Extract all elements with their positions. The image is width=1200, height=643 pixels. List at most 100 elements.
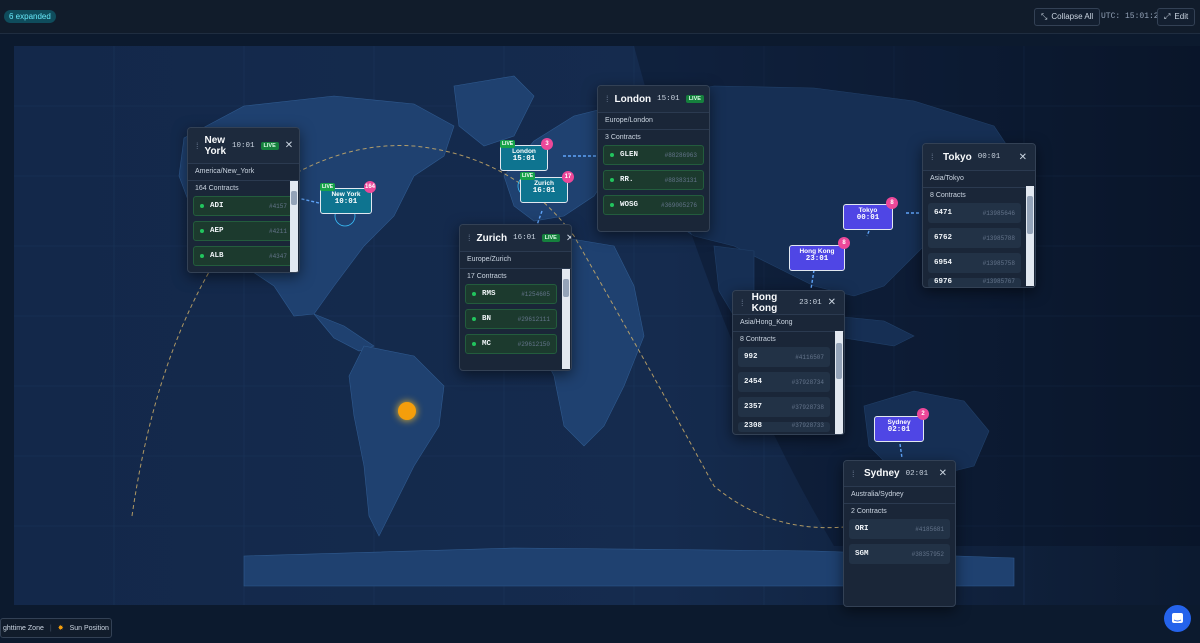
contract-row[interactable]: AEP #4211 <box>193 221 294 241</box>
drag-handle-icon[interactable]: ⁞ <box>741 298 746 308</box>
contract-row[interactable]: MC #29612150 <box>465 334 557 354</box>
drag-handle-icon[interactable]: ⁞ <box>606 94 609 104</box>
close-icon[interactable]: ✕ <box>828 297 836 308</box>
contract-row[interactable]: 2357 #37928738 <box>738 397 830 417</box>
collapse-icon: ⤡ <box>1041 12 1048 21</box>
contract-row[interactable]: GLEN #88286963 <box>603 145 704 165</box>
marker-sydney[interactable]: Sydney 02:01 <box>874 416 924 442</box>
status-dot <box>200 229 204 233</box>
contract-id: #38357952 <box>911 550 944 558</box>
close-icon[interactable]: ✕ <box>1019 152 1027 163</box>
contract-row[interactable]: ALB #4347 <box>193 246 294 266</box>
contract-id: #88286963 <box>664 151 697 159</box>
close-icon[interactable]: ✕ <box>285 140 293 151</box>
panel-contract-count: 3 Contracts <box>605 134 641 141</box>
scrollbar[interactable] <box>290 181 298 272</box>
drag-handle-icon[interactable]: ⁞ <box>931 152 937 162</box>
panel-time: 00:01 <box>977 153 1001 161</box>
scrollbar-thumb[interactable] <box>836 343 842 379</box>
drag-handle-icon[interactable]: ⁞ <box>468 233 471 243</box>
marker-london-live: LIVE <box>500 140 516 148</box>
panel-header[interactable]: ⁞ Tokyo 00:01 ✕ <box>923 144 1035 171</box>
marker-london[interactable]: London 15:01 <box>500 145 548 171</box>
contract-row[interactable]: SGM #38357952 <box>849 544 950 564</box>
contract-row[interactable]: ADI #4157 <box>193 196 294 216</box>
contract-symbol: 6471 <box>934 209 953 217</box>
panel-time: 23:01 <box>799 298 822 307</box>
contract-id: #29612111 <box>517 315 550 323</box>
expanded-count-badge: 6 expanded <box>4 10 56 23</box>
marker-new-york[interactable]: New York 10:01 <box>320 188 372 214</box>
contract-row[interactable]: RR. #88383131 <box>603 170 704 190</box>
panel-timezone: Europe/London <box>598 113 709 130</box>
panel-header[interactable]: ⁞ London 15:01 LIVE ✕ <box>598 86 709 113</box>
contract-row[interactable]: 6954 #13985758 <box>928 253 1021 273</box>
legend-sun-position: Sun Position <box>69 624 109 632</box>
marker-london-count: 3 <box>541 138 553 150</box>
map-legend: ghttime Zone | ✸ Sun Position <box>0 618 112 638</box>
panel-city: Hong Kong <box>751 291 778 314</box>
panel-header[interactable]: ⁞ Sydney 02:01 ✕ <box>844 461 955 487</box>
close-icon[interactable]: ✕ <box>939 468 947 479</box>
close-icon[interactable]: ✕ <box>566 233 571 244</box>
legend-divider: | <box>49 624 52 632</box>
marker-tokyo[interactable]: Tokyo 00:01 <box>843 204 893 230</box>
contract-row[interactable]: BN #29612111 <box>465 309 557 329</box>
panel-contract-count: 2 Contracts <box>851 508 887 515</box>
panel-contract-count: 8 Contracts <box>740 336 776 343</box>
contract-symbol: WOSG <box>620 201 639 209</box>
drag-handle-icon[interactable]: ⁞ <box>196 141 199 151</box>
drag-handle-icon[interactable]: ⁞ <box>852 469 858 479</box>
panel-london: ⁞ London 15:01 LIVE ✕ Europe/London 3 Co… <box>597 85 710 232</box>
contract-symbol: 2357 <box>744 403 763 411</box>
contract-id: #13985758 <box>982 259 1015 267</box>
collapse-all-button[interactable]: ⤡ Collapse All <box>1034 8 1101 26</box>
panel-time: 10:01 <box>232 141 255 150</box>
marker-hong-kong[interactable]: Hong Kong 23:01 <box>789 245 845 271</box>
marker-london-city: London <box>512 148 536 155</box>
marker-zurich-count: 17 <box>562 171 574 183</box>
contract-row[interactable]: 6471 #13985646 <box>928 203 1021 223</box>
marker-hong-kong-count: 8 <box>838 237 850 249</box>
contract-row[interactable]: ORI #4185681 <box>849 519 950 539</box>
sun-icon: ✸ <box>57 625 64 632</box>
contract-row[interactable]: WOSG #369005276 <box>603 195 704 215</box>
panel-timezone: Australia/Sydney <box>844 487 955 504</box>
utc-clock: UTC: 15:01:25 <box>1101 12 1164 21</box>
marker-tokyo-city: Tokyo <box>858 207 878 214</box>
contract-row[interactable]: 2308 #37928733 <box>738 422 830 432</box>
contract-id: #4157 <box>268 202 287 210</box>
scrollbar[interactable] <box>1026 186 1034 286</box>
live-badge: LIVE <box>541 234 560 242</box>
contract-row[interactable]: 6976 #13985767 <box>928 278 1021 287</box>
contract-id: #88383131 <box>664 176 697 184</box>
chat-icon <box>1172 613 1183 623</box>
marker-sydney-count: 2 <box>917 408 929 420</box>
marker-zurich[interactable]: Zurich 16:01 <box>520 177 568 203</box>
panel-timezone: Asia/Tokyo <box>923 171 1035 188</box>
collapse-all-label: Collapse All <box>1051 12 1094 21</box>
contract-row[interactable]: 6762 #13985788 <box>928 228 1021 248</box>
scrollbar-thumb[interactable] <box>291 191 297 205</box>
scrollbar[interactable] <box>835 331 843 434</box>
status-dot <box>610 203 614 207</box>
scrollbar[interactable] <box>562 269 570 369</box>
panel-header[interactable]: ⁞ Hong Kong 23:01 ✕ <box>733 291 844 315</box>
contract-symbol: 992 <box>744 353 758 361</box>
contract-row[interactable]: RMS #1254605 <box>465 284 557 304</box>
panel-timezone: America/New_York <box>188 164 299 181</box>
edit-button[interactable]: ⤢ Edit <box>1157 8 1196 26</box>
chat-button[interactable] <box>1164 605 1191 632</box>
contract-id: #4347 <box>268 252 287 260</box>
scrollbar-thumb[interactable] <box>563 279 569 297</box>
panel-header[interactable]: ⁞ New York 10:01 LIVE ✕ <box>188 128 299 164</box>
contract-symbol: 2454 <box>744 378 763 386</box>
contract-symbol: RR. <box>620 176 634 184</box>
contract-row[interactable]: 2454 #37928734 <box>738 372 830 392</box>
status-dot <box>610 178 614 182</box>
contract-symbol: RMS <box>482 290 496 298</box>
panel-header[interactable]: ⁞ Zurich 16:01 LIVE ✕ <box>460 225 571 252</box>
contract-row[interactable]: 992 #4116507 <box>738 347 830 367</box>
scrollbar-thumb[interactable] <box>1027 196 1033 234</box>
edit-label: Edit <box>1174 12 1189 21</box>
